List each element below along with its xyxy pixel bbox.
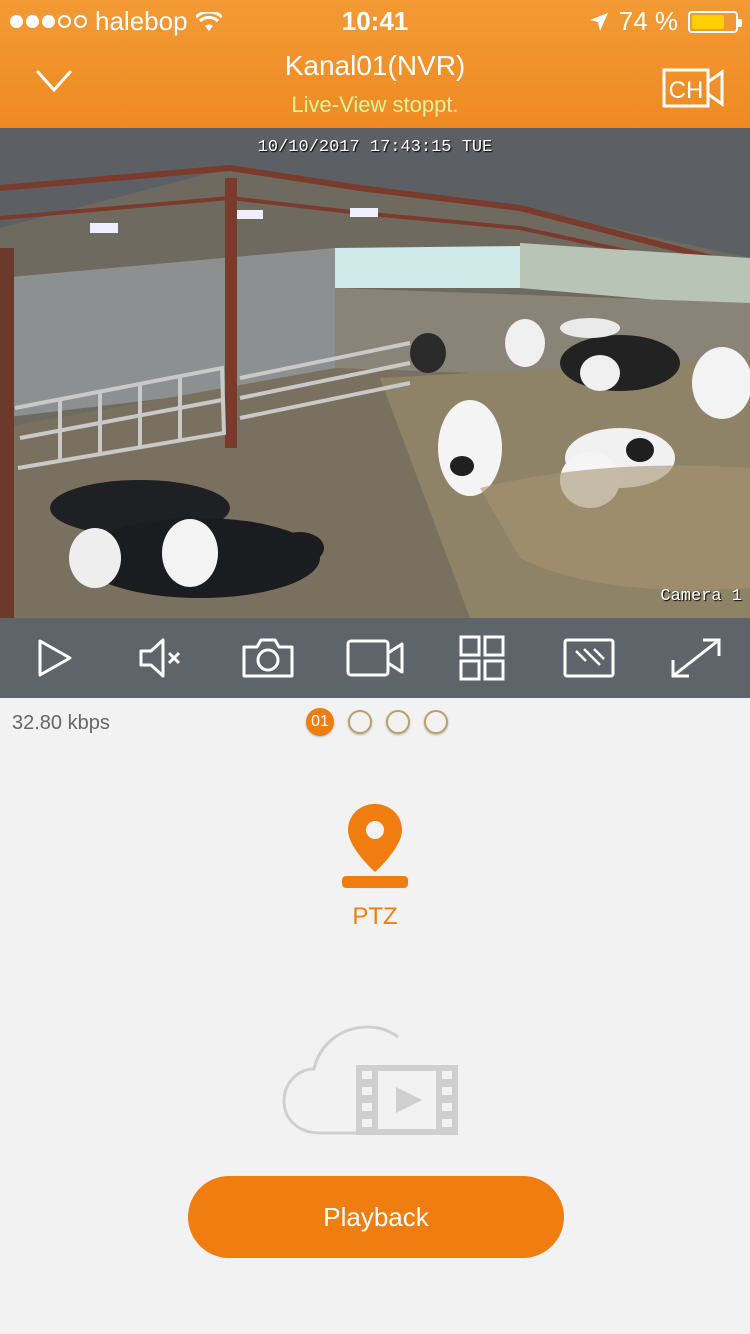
camera-label: Camera 1 [660, 587, 742, 606]
bitrate-readout: 32.80 kbps [12, 712, 110, 734]
playback-button[interactable]: Playback [188, 1176, 564, 1258]
snapshot-button[interactable] [238, 628, 298, 688]
ch-label: CH [669, 77, 704, 104]
channel-switch-button[interactable]: CH [662, 66, 724, 110]
page-indicator-04[interactable] [424, 710, 448, 734]
grid-layout-icon [459, 635, 505, 681]
page-indicator-03[interactable] [386, 710, 410, 734]
record-icon [346, 639, 404, 677]
grid-layout-button[interactable] [452, 628, 512, 688]
mute-icon [139, 638, 181, 678]
status-bar: halebop 10:41 74 % [0, 0, 750, 40]
channel-camera-icon: CH [662, 68, 724, 108]
record-button[interactable] [345, 628, 405, 688]
video-timestamp: 10/10/2017 17:43:15 TUE [257, 138, 493, 157]
live-video-view[interactable]: 10/10/2017 17:43:15 TUE Camera 1 [0, 128, 750, 618]
page-indicator-02[interactable] [348, 710, 372, 734]
stream-quality-icon [563, 638, 615, 678]
camera-feed-image [0, 128, 750, 618]
ptz-label: PTZ [352, 903, 398, 930]
fullscreen-icon [671, 638, 721, 678]
header: halebop 10:41 74 % Kanal01(NVR) Live-Vie… [0, 0, 750, 128]
location-pin-icon [342, 804, 408, 888]
mute-button[interactable] [131, 628, 191, 688]
battery-icon [688, 10, 742, 33]
location-arrow-icon [589, 12, 608, 31]
channel-title: Kanal01(NVR) [284, 50, 466, 81]
play-button[interactable] [24, 628, 84, 688]
snapshot-icon [242, 638, 294, 678]
cloud-video-icon [282, 1025, 458, 1135]
channel-pager: 01 [306, 708, 448, 736]
fullscreen-button[interactable] [666, 628, 726, 688]
ptz-button[interactable]: PTZ [325, 800, 425, 931]
video-toolbar [0, 618, 750, 698]
stream-quality-button[interactable] [559, 628, 619, 688]
live-view-status: Live-View stoppt. [291, 92, 459, 117]
play-icon [38, 639, 72, 677]
battery-percent: 74 % [618, 6, 678, 36]
page-indicator-01[interactable]: 01 [306, 708, 334, 736]
